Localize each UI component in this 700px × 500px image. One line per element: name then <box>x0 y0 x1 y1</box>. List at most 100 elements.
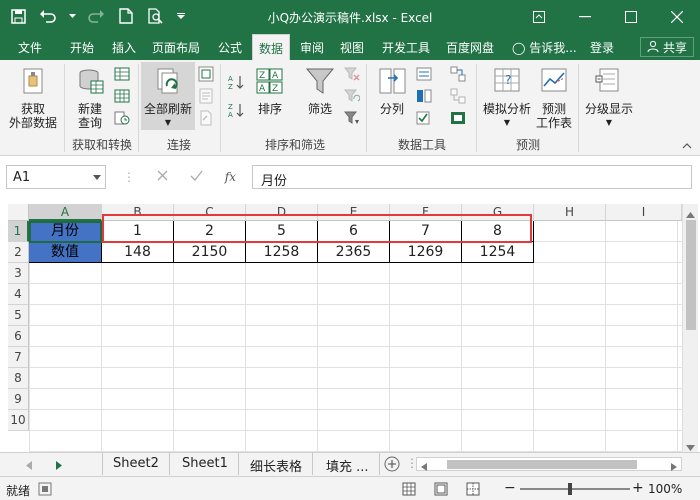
share-button[interactable]: 共享 <box>639 37 694 57</box>
sign-in-link[interactable]: 登录 <box>590 39 614 56</box>
row-header-3[interactable]: 3 <box>8 263 29 284</box>
cell-g1[interactable]: 8 <box>462 221 534 242</box>
forecast-sheet-button[interactable]: 预测 工作表 <box>534 66 574 130</box>
what-if-analysis-button[interactable]: ? 模拟分析 ▼ <box>480 66 534 130</box>
outline-button[interactable]: 分级显示 ▼ <box>582 66 636 130</box>
new-sheet-icon[interactable] <box>384 456 400 475</box>
row-header-1[interactable]: 1 <box>8 221 29 242</box>
row-header-4[interactable]: 4 <box>8 284 29 305</box>
text-to-columns-button[interactable]: 分列 <box>372 66 412 116</box>
row-header-6[interactable]: 6 <box>8 326 29 347</box>
sheet-scroll-right-icon[interactable] <box>56 459 62 473</box>
undo-dropdown-icon[interactable] <box>68 6 76 26</box>
sort-button[interactable]: ZAAZ 排序 <box>248 66 292 116</box>
zoom-level[interactable]: 100% <box>648 482 682 496</box>
relationships-icon[interactable] <box>450 88 466 104</box>
column-header-a[interactable]: A <box>29 204 102 221</box>
normal-view-icon[interactable] <box>402 482 416 499</box>
sheet-scroll-left-icon[interactable] <box>26 459 32 473</box>
tab-file[interactable]: 文件 <box>18 39 42 56</box>
consolidate-icon[interactable] <box>450 66 466 82</box>
cell-d1[interactable]: 5 <box>246 221 318 242</box>
reapply-filter-icon[interactable] <box>344 88 360 104</box>
sheet-tab-long-table[interactable]: 细长表格 <box>240 453 314 475</box>
edit-links-icon[interactable] <box>198 110 214 126</box>
redo-icon[interactable] <box>86 6 106 26</box>
tab-data[interactable]: 数据 <box>252 34 291 60</box>
cell-e2[interactable]: 2365 <box>318 242 390 263</box>
cell-f2[interactable]: 1269 <box>390 242 462 263</box>
refresh-all-button[interactable]: 全部刷新 ▼ <box>141 62 195 130</box>
column-header-d[interactable]: D <box>246 204 318 221</box>
new-file-icon[interactable] <box>116 6 136 26</box>
print-preview-icon[interactable] <box>146 6 166 26</box>
row-header-9[interactable]: 9 <box>8 389 29 410</box>
close-icon[interactable] <box>654 0 700 34</box>
cell-b2[interactable]: 148 <box>102 242 174 263</box>
sheet-tab-sheet1[interactable]: Sheet1 <box>172 453 239 475</box>
sort-descending-icon[interactable]: ZA <box>228 102 244 118</box>
column-header-b[interactable]: B <box>102 204 174 221</box>
from-table-icon[interactable] <box>114 88 130 104</box>
tab-view[interactable]: 视图 <box>340 39 364 56</box>
column-header-e[interactable]: E <box>318 204 390 221</box>
scroll-left-icon[interactable] <box>421 460 427 474</box>
cell-f1[interactable]: 7 <box>390 221 462 242</box>
page-break-preview-icon[interactable] <box>466 482 480 499</box>
undo-icon[interactable] <box>38 6 58 26</box>
data-validation-icon[interactable] <box>416 110 432 126</box>
customize-qat-icon[interactable] <box>176 6 186 26</box>
new-query-button[interactable]: 新建 查询 <box>68 66 112 130</box>
page-layout-view-icon[interactable] <box>434 482 448 499</box>
sort-ascending-icon[interactable]: AZ <box>228 74 244 90</box>
show-queries-icon[interactable] <box>114 66 130 82</box>
sheet-tab-sheet2[interactable]: Sheet2 <box>102 453 170 475</box>
flash-fill-icon[interactable] <box>416 66 432 82</box>
zoom-slider-track[interactable] <box>520 488 630 490</box>
enter-icon[interactable] <box>190 170 203 184</box>
row-header-8[interactable]: 8 <box>8 368 29 389</box>
data-model-icon[interactable] <box>450 110 466 126</box>
minimize-icon[interactable] <box>562 0 608 34</box>
tab-review[interactable]: 审阅 <box>300 39 324 56</box>
vertical-scroll-thumb[interactable] <box>686 220 696 330</box>
collapse-ribbon-icon[interactable] <box>682 138 692 152</box>
tab-developer[interactable]: 开发工具 <box>382 39 430 56</box>
cell-g2[interactable]: 1254 <box>462 242 534 263</box>
sheet-tab-fill[interactable]: 填充 ... <box>316 453 380 475</box>
formula-input[interactable]: 月份 <box>252 165 692 189</box>
connections-icon[interactable] <box>198 66 214 82</box>
tab-baidu-netdisk[interactable]: 百度网盘 <box>446 39 494 56</box>
column-header-h[interactable]: H <box>534 204 606 221</box>
cell-b1[interactable]: 1 <box>102 221 174 242</box>
insert-function-button[interactable]: fx <box>225 170 236 184</box>
tab-insert[interactable]: 插入 <box>112 39 136 56</box>
tab-home[interactable]: 开始 <box>70 39 94 56</box>
row-header-5[interactable]: 5 <box>8 305 29 326</box>
cell-a1[interactable]: 月份 <box>29 221 102 242</box>
recent-sources-icon[interactable] <box>114 110 130 126</box>
name-box[interactable]: A1 <box>6 165 106 189</box>
column-header-i[interactable]: I <box>606 204 682 221</box>
tab-page-layout[interactable]: 页面布局 <box>152 39 200 56</box>
zoom-out-button[interactable]: − <box>504 480 516 496</box>
save-icon[interactable] <box>8 6 28 26</box>
row-header-7[interactable]: 7 <box>8 347 29 368</box>
get-external-data-button[interactable]: 获取 外部数据 <box>4 66 62 130</box>
tab-formulas[interactable]: 公式 <box>218 39 242 56</box>
properties-icon[interactable] <box>198 88 214 104</box>
advanced-filter-icon[interactable] <box>344 110 360 126</box>
maximize-icon[interactable] <box>608 0 654 34</box>
column-header-g[interactable]: G <box>462 204 534 221</box>
horizontal-scrollbar[interactable] <box>416 457 682 471</box>
macro-record-icon[interactable] <box>38 482 52 499</box>
column-header-f[interactable]: F <box>390 204 462 221</box>
cancel-icon[interactable] <box>157 170 168 184</box>
row-header-10[interactable]: 10 <box>8 410 29 431</box>
remove-duplicates-icon[interactable] <box>416 88 432 104</box>
column-header-c[interactable]: C <box>174 204 246 221</box>
vertical-scrollbar[interactable] <box>682 204 698 452</box>
cell-c1[interactable]: 2 <box>174 221 246 242</box>
zoom-in-button[interactable]: + <box>632 480 644 496</box>
horizontal-scroll-thumb[interactable] <box>447 460 637 469</box>
